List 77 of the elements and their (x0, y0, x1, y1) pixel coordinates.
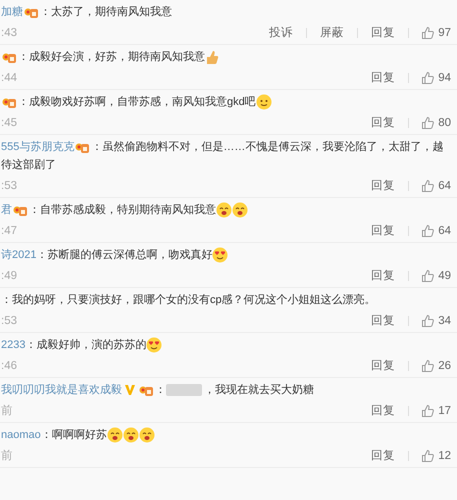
comment-action-link[interactable]: 投诉 (256, 24, 306, 42)
comment-time: :49 (1, 269, 17, 284)
comment-action-link[interactable]: 回复 (358, 267, 408, 285)
like-icon[interactable] (421, 26, 436, 40)
comment-text: ：自带苏感成毅，特别期待南风知我意 (29, 204, 216, 216)
laughing-face-icon (232, 202, 248, 218)
verified-v-icon (124, 384, 136, 396)
comment-action-link[interactable]: 屏蔽 (307, 24, 358, 42)
comment-time: :46 (1, 359, 17, 374)
comment-text: ：虽然偷跑物料不对，但是……不愧是傅云深，我要沦陷了，太甜了，越 (91, 141, 444, 153)
like-icon[interactable] (421, 224, 436, 238)
username[interactable]: 君 (1, 204, 12, 216)
comment-time: :45 (1, 116, 17, 131)
comment-action-link[interactable]: 回复 (358, 114, 408, 132)
username[interactable]: naomao (1, 429, 41, 441)
like-count: 34 (438, 314, 451, 329)
smiley-icon (256, 94, 272, 110)
like-icon[interactable] (421, 71, 436, 85)
laughing-face-icon (122, 427, 139, 444)
like-icon[interactable] (421, 314, 436, 328)
fan-badge-icon (75, 140, 90, 154)
comment-text: ：太苏了，期待南风知我意 (40, 6, 172, 18)
like-icon[interactable] (421, 359, 436, 373)
comment-action-link[interactable]: 回复 (358, 357, 408, 375)
comment-time: :44 (1, 71, 17, 86)
username[interactable]: 诗2021 (1, 249, 36, 261)
comment-action-link[interactable]: 回复 (358, 69, 408, 87)
comment-text: ：成毅吻戏好苏啊，自带苏感，南风知我意gkd吧 (18, 96, 256, 108)
comment-text: ：我的妈呀，只要演技好，跟哪个女的没有cp感？何况这个小姐姐这么漂亮。 (1, 294, 376, 306)
comment-text: ：成毅好帅，演的苏苏的 (25, 339, 146, 351)
comment-action-link[interactable]: 回复 (358, 447, 408, 465)
comment-time: :53 (1, 314, 17, 329)
comment-time: :47 (1, 224, 17, 239)
like-count: 49 (438, 269, 451, 284)
fan-badge-icon (24, 6, 39, 19)
comment-text: ：啊啊啊好苏 (40, 429, 107, 441)
like-icon[interactable] (421, 116, 436, 130)
comment-action-link[interactable]: 回复 (358, 402, 408, 420)
comment-time: 前 (1, 404, 13, 419)
colon: ： (155, 384, 166, 396)
username[interactable]: 555与苏朋克克 (1, 141, 74, 153)
username[interactable]: 2233 (1, 339, 26, 351)
like-count: 94 (438, 71, 451, 86)
comment-time: :53 (1, 179, 17, 194)
comment-action-link[interactable]: 回复 (358, 177, 408, 195)
fan-badge-icon (139, 384, 154, 397)
comment-text: 待这部剧了 (1, 159, 56, 171)
like-icon[interactable] (421, 449, 436, 463)
comment-text: ：苏断腿的傅云深傅总啊，吻戏真好 (36, 249, 212, 261)
like-icon[interactable] (421, 404, 436, 418)
fan-badge-icon (2, 50, 17, 64)
like-count: 64 (438, 179, 451, 194)
like-count: 64 (438, 224, 451, 239)
laughing-face-icon (138, 427, 155, 444)
heart-eyes-face-icon (146, 337, 162, 354)
fan-badge-icon (13, 204, 28, 217)
laughing-face-icon (216, 202, 232, 218)
like-count: 26 (438, 359, 451, 374)
laughing-face-icon (106, 427, 123, 444)
like-count: 97 (438, 26, 451, 41)
like-icon[interactable] (421, 179, 436, 193)
comment-text: ：成毅好会演，好苏，期待南风知我意 (18, 51, 205, 63)
username[interactable]: 加糖 (1, 6, 23, 18)
comment-time: 前 (1, 448, 13, 464)
comment-action-link[interactable]: 回复 (358, 222, 408, 240)
comment-action-link[interactable]: 回复 (358, 312, 408, 330)
heart-eyes-face-icon (212, 247, 228, 264)
like-count: 17 (438, 404, 451, 419)
username[interactable]: 我叨叨叨我就是喜欢成毅 (1, 384, 122, 396)
like-icon[interactable] (421, 269, 436, 283)
comment-text: ，我现在就去买大奶糖 (204, 384, 314, 396)
like-count: 12 (438, 449, 451, 464)
fan-badge-icon (2, 96, 17, 109)
comment-action-link[interactable]: 回复 (358, 24, 408, 42)
thumbs-up-icon (205, 49, 219, 66)
like-count: 80 (438, 116, 451, 131)
comment-time: :43 (1, 26, 17, 41)
